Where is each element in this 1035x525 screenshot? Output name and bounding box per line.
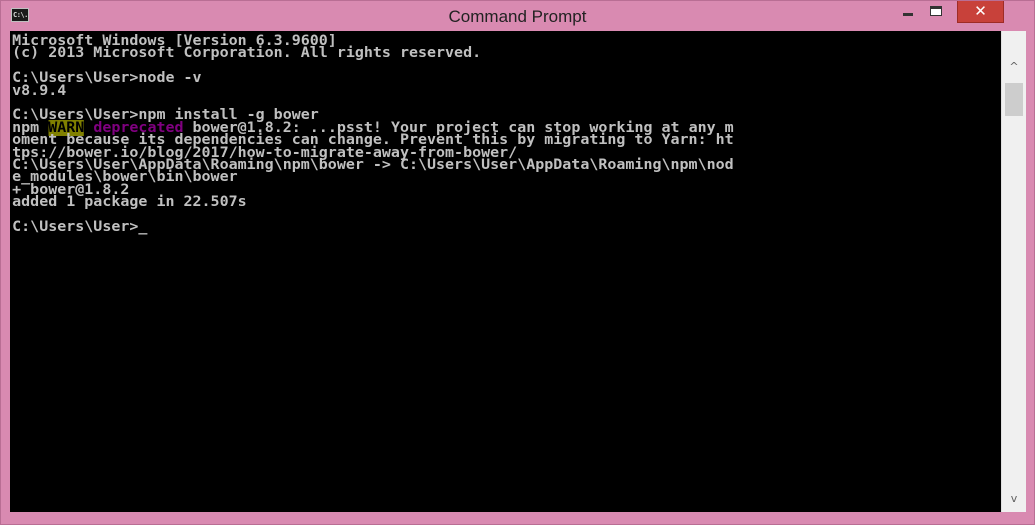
chevron-up-icon: ^ (1009, 60, 1019, 73)
title-bar[interactable]: C:\. Command Prompt ✕ (1, 1, 1034, 32)
scrollbar-thumb[interactable] (1005, 83, 1023, 116)
close-button[interactable]: ✕ (957, 1, 1004, 23)
command-prompt-window: C:\. Command Prompt ✕ Microsoft Windows … (0, 0, 1035, 525)
scroll-up-button[interactable]: ^ (1002, 57, 1026, 77)
close-icon: ✕ (974, 2, 987, 20)
text-cursor: _ (138, 219, 148, 236)
console-line: added 1 package in 22.507s (12, 194, 247, 211)
scroll-down-button[interactable]: v (1002, 489, 1026, 509)
minimize-button[interactable] (894, 1, 922, 23)
minimize-icon (903, 13, 913, 16)
prompt-line: C:\Users\User> (12, 219, 139, 236)
vertical-scrollbar[interactable]: ^ v (1001, 31, 1026, 512)
window-title: Command Prompt (448, 7, 587, 26)
console-text: Microsoft Windows [Version 6.3.9600] (c)… (10, 31, 1001, 234)
console-line: (c) 2013 Microsoft Corporation. All righ… (12, 45, 482, 62)
maximize-button[interactable] (922, 1, 950, 23)
chevron-down-icon: v (1010, 492, 1018, 505)
console-line: v8.9.4 (12, 82, 67, 99)
maximize-icon (930, 6, 942, 16)
console-output[interactable]: Microsoft Windows [Version 6.3.9600] (c)… (10, 31, 1001, 512)
